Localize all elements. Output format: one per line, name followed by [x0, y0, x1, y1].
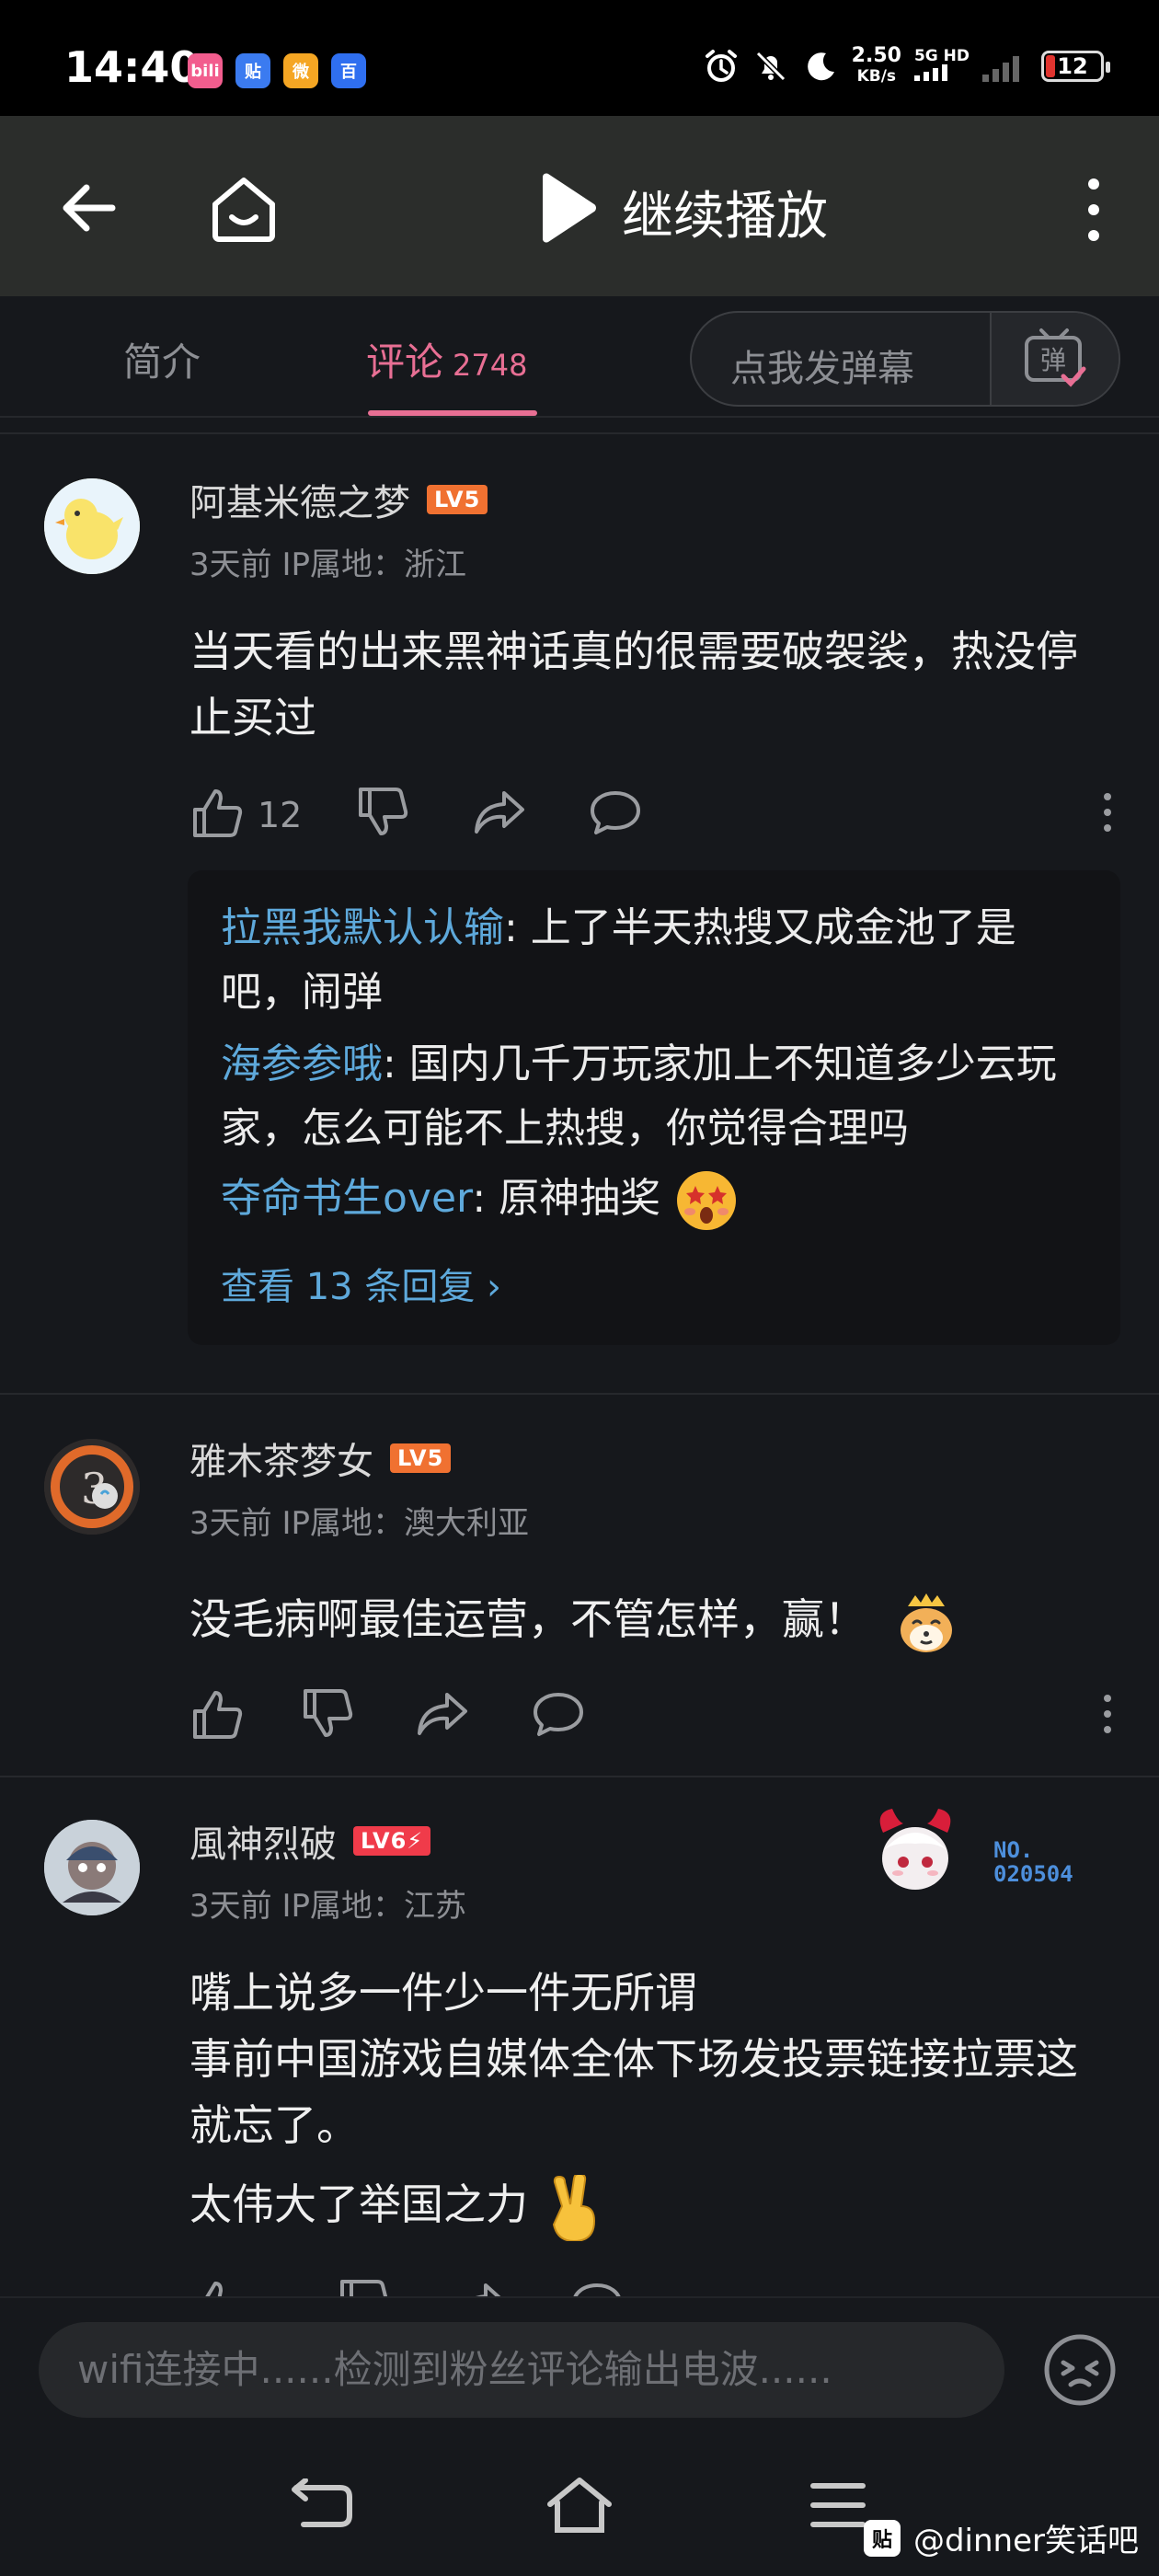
share-icon[interactable] — [414, 1685, 471, 1742]
shiba-king-emoji-icon — [900, 1593, 952, 1652]
comment-actions — [189, 1685, 1119, 1750]
reply-text: : 原神抽奖 — [472, 1175, 661, 1222]
victory-hand-emoji-icon — [552, 2174, 595, 2241]
signal-bars-icon — [913, 64, 947, 81]
network-type: 5G HD — [913, 48, 970, 85]
divider — [0, 1393, 1159, 1395]
comment-more-icon[interactable] — [1096, 789, 1119, 835]
share-icon[interactable] — [453, 2276, 510, 2296]
level-badge: LV5 — [427, 485, 488, 514]
avatar-image: 3 — [44, 1439, 140, 1535]
fan-badge-number: NO. 020504 — [993, 1837, 1073, 1887]
status-time: 14:40 — [64, 42, 200, 92]
avatar-duck-image — [44, 478, 140, 574]
video-header: 继续播放 — [0, 116, 1159, 296]
danmaku-toggle-button[interactable]: 弹 — [990, 313, 1119, 405]
like-icon[interactable] — [189, 784, 247, 841]
tab-bar: 简介 评论 2748 点我发弹幕 弹 — [0, 296, 1159, 418]
active-tab-indicator — [368, 410, 537, 416]
danmaku-input[interactable]: 点我发弹幕 弹 — [690, 311, 1120, 407]
tab-comments-count: 2748 — [453, 348, 528, 383]
signal-weak-icon — [982, 56, 1019, 82]
comment-actions — [189, 2276, 1119, 2296]
comment-username[interactable]: 阿基米德之梦 LV5 — [189, 473, 488, 526]
comment-content: 嘴上说多一件少一件无所谓 事前中国游戏自媒体全体下场发投票链接拉票这就忘了。 太… — [189, 1960, 1119, 2241]
avatar[interactable] — [44, 478, 140, 574]
reply-preview-box[interactable]: 拉黑我默认认输: 上了半天热搜又成金池了是吧，闹弹 海参参哦: 国内几千万玩家加… — [188, 870, 1120, 1345]
mute-bell-icon — [755, 51, 786, 82]
more-vertical-icon[interactable] — [1080, 173, 1107, 247]
tab-comments[interactable]: 评论 2748 — [366, 331, 527, 387]
tieba-logo-icon: 贴 — [863, 2519, 901, 2557]
comment-content: 当天看的出来黑神话真的很需要破袈裟，热没停止买过 — [189, 627, 1078, 742]
danmaku-placeholder: 点我发弹幕 — [730, 348, 914, 390]
system-navigation-bar: 贴 @dinner笑话吧 — [0, 2434, 1159, 2576]
notification-app-icons: bili 贴 微 百 — [188, 53, 366, 88]
level-badge: LV5 — [390, 1443, 452, 1473]
tab-comments-label: 评论 — [366, 339, 444, 385]
dislike-icon[interactable] — [300, 1685, 357, 1742]
share-icon[interactable] — [471, 784, 528, 841]
status-bar: 14:40 bili 贴 微 百 2.50 KB/s 5G HD 12 — [0, 0, 1159, 116]
moon-icon — [807, 52, 834, 81]
system-back-icon[interactable] — [287, 2478, 355, 2534]
comment-actions: 12 — [189, 784, 1119, 848]
comment-meta: 3天前 IP属地：江苏 — [189, 1888, 466, 1925]
dislike-icon[interactable] — [337, 2276, 394, 2296]
alarm-icon — [705, 50, 737, 82]
dislike-icon[interactable] — [355, 784, 412, 841]
system-home-icon[interactable] — [545, 2475, 614, 2536]
comment-input-bar: wifi连接中......检测到粉丝评论输出电波...... — [0, 2296, 1159, 2434]
bilibili-icon: bili — [188, 53, 223, 88]
comment-username[interactable]: 風神烈破 LV6⚡ — [189, 1814, 431, 1868]
status-indicators: 2.50 KB/s 5G HD 12 — [703, 44, 1110, 86]
reply-bubble-icon[interactable] — [530, 1685, 587, 1742]
tab-intro[interactable]: 简介 — [123, 331, 201, 387]
avatar[interactable] — [44, 1820, 140, 1915]
view-more-replies-link[interactable]: 查看 13 条回复 › — [221, 1257, 501, 1310]
watermark-text: @dinner笑话吧 — [912, 2523, 1139, 2559]
reply-bubble-icon[interactable] — [568, 2276, 625, 2296]
level-badge: LV6⚡ — [353, 1826, 431, 1856]
reply-username[interactable]: 夺命书生over — [221, 1175, 472, 1222]
system-menu-icon[interactable] — [809, 2478, 866, 2532]
reply-bubble-icon[interactable] — [587, 784, 644, 841]
starstruck-emoji-icon — [677, 1171, 737, 1230]
reply-item: 拉黑我默认认输: 上了半天热搜又成金池了是吧，闹弹 — [221, 896, 1095, 1025]
comment-content: 没毛病啊最佳运营，不管怎样，赢！ — [189, 1586, 1119, 1656]
weibo-icon: 微 — [283, 53, 318, 88]
baidu-icon: 百 — [331, 53, 366, 88]
back-arrow-icon[interactable] — [55, 173, 125, 243]
home-icon[interactable] — [204, 169, 283, 248]
divider — [0, 432, 1159, 434]
comment-meta: 3天前 IP属地：浙江 — [189, 546, 466, 583]
reply-item: 海参参哦: 国内几千万玩家加上不知道多少云玩家，怎么可能不上热搜，你觉得合理吗 — [221, 1032, 1095, 1161]
reply-item: 夺命书生over: 原神抽奖 — [221, 1167, 1095, 1234]
continue-playback-title[interactable]: 继续播放 — [622, 175, 828, 249]
danmaku-icon: 弹 — [1025, 328, 1086, 387]
avatar-image — [44, 1820, 140, 1915]
svg-text:弹: 弹 — [1040, 345, 1066, 375]
watermark: 贴 @dinner笑话吧 — [863, 2515, 1139, 2560]
emoji-picker-icon[interactable] — [1041, 2331, 1119, 2409]
reply-username[interactable]: 海参参哦 — [221, 1041, 383, 1087]
fan-badge-anime-girl-icon — [879, 1809, 951, 1890]
comment-meta: 3天前 IP属地：澳大利亚 — [189, 1505, 529, 1542]
battery-indicator: 12 — [1041, 51, 1110, 82]
like-count: 12 — [258, 795, 303, 835]
like-icon[interactable] — [189, 1685, 247, 1742]
fan-badge[interactable]: NO. 020504 — [865, 1805, 1095, 1906]
comment-more-icon[interactable] — [1096, 1691, 1119, 1737]
network-speed: 2.50 KB/s — [851, 44, 901, 86]
avatar[interactable]: 3 — [44, 1439, 140, 1535]
like-icon[interactable] — [189, 2276, 247, 2296]
comment-input[interactable]: wifi连接中......检测到粉丝评论输出电波...... — [39, 2322, 1004, 2418]
comment-username[interactable]: 雅木茶梦女 LV5 — [189, 1432, 452, 1485]
tieba-icon: 贴 — [235, 53, 270, 88]
reply-username[interactable]: 拉黑我默认认输 — [221, 904, 504, 951]
divider — [0, 1776, 1159, 1777]
play-icon[interactable] — [535, 171, 600, 245]
